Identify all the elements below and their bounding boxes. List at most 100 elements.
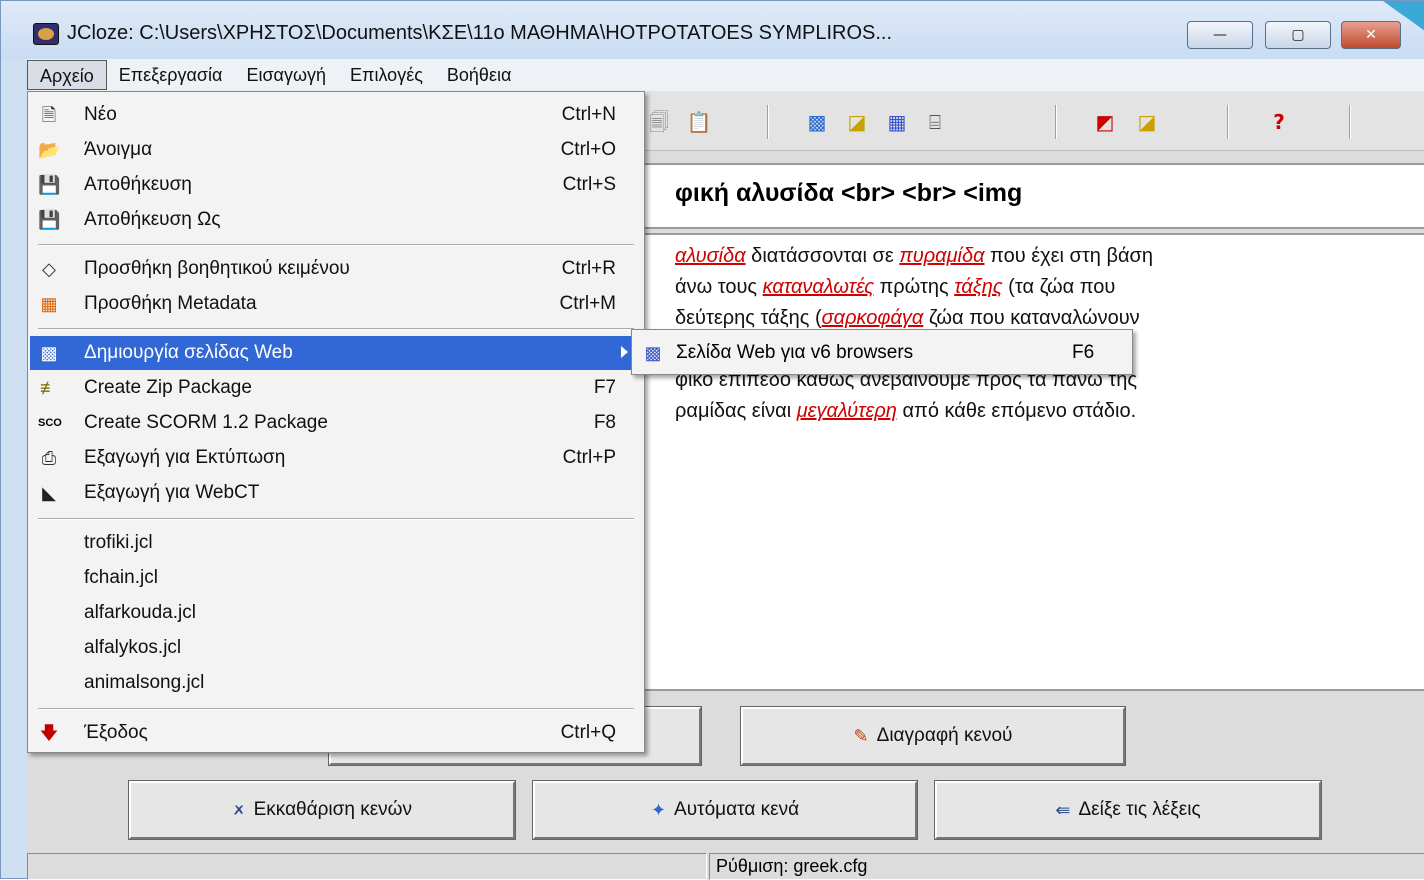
recent-file-item[interactable]: animalsong.jcl: [30, 666, 642, 700]
toolbar-separator: [767, 105, 769, 139]
auto-gaps-button[interactable]: ✦ Αυτόματα κενά: [532, 780, 918, 840]
menu-separator: [38, 708, 634, 710]
word-list-icon: ⇚: [1055, 799, 1071, 820]
menu-edit[interactable]: Επεξεργασία: [107, 60, 235, 90]
menu-item-label: Create Zip Package: [84, 377, 252, 398]
menu-item-shortcut: Ctrl+R: [561, 258, 616, 279]
gap-word[interactable]: πυραμίδα: [899, 245, 984, 267]
text-segment: άνω τους: [675, 276, 763, 298]
menu-item-label: Προσθήκη βοηθητικού κειμένου: [84, 258, 350, 279]
help-icon[interactable]: ?: [1265, 109, 1293, 135]
menu-item-label: Αποθήκευση Ως: [84, 209, 221, 230]
menu-insert[interactable]: Εισαγωγή: [234, 60, 338, 90]
web-v6-icon: ▩: [644, 343, 662, 363]
show-words-button[interactable]: ⇚ Δείξε τις λέξεις: [934, 780, 1322, 840]
config-icon[interactable]: ◩: [1091, 109, 1119, 135]
text-line: άνω τους καταναλωτές πρώτης τάξης (τα ζώ…: [675, 272, 1424, 303]
menu-item-label: Έξοδος: [84, 722, 148, 743]
gap-word[interactable]: καταναλωτές: [763, 276, 874, 298]
menu-item-save[interactable]: 💾 Αποθήκευση Ctrl+S: [30, 168, 642, 202]
text-segment: διατάσσονται σε: [745, 245, 900, 267]
menu-item-reading-text[interactable]: ◇ Προσθήκη βοηθητικού κειμένου Ctrl+R: [30, 252, 642, 286]
menu-item-open[interactable]: 📂 Άνοιγμα Ctrl+O: [30, 133, 642, 167]
menu-item-webct-export[interactable]: ◣ Εξαγωγή για WebCT: [30, 476, 642, 510]
menu-item-create-web-page[interactable]: ▩ Δημιουργία σελίδας Web: [30, 336, 642, 370]
menu-item-shortcut: Ctrl+O: [560, 139, 616, 160]
print-icon: ⎙: [41, 448, 57, 468]
copy-icon[interactable]: 🗐: [645, 109, 673, 135]
gap-word[interactable]: τάξης: [954, 276, 1002, 298]
webct-icon: ◣: [42, 483, 56, 503]
menu-item-label: Δημιουργία σελίδας Web: [84, 342, 293, 363]
menu-item-scorm-package[interactable]: SCO Create SCORM 1.2 Package F8: [30, 406, 642, 440]
menu-item-shortcut: Ctrl+S: [562, 174, 616, 195]
menu-item-shortcut: F6: [1072, 342, 1095, 363]
jcloze-app-icon[interactable]: [33, 23, 59, 45]
menu-separator: [38, 518, 634, 520]
menu-item-save-as[interactable]: 💾 Αποθήκευση Ως: [30, 203, 642, 237]
recent-file-label: animalsong.jcl: [84, 672, 205, 693]
text-segment: από κάθε επόμενο στάδιο.: [896, 400, 1137, 422]
menu-item-label: Εξαγωγή για WebCT: [84, 482, 260, 503]
exit-arrow-icon: 🡇: [39, 723, 59, 743]
status-bar: Ρύθμιση: greek.cfg: [27, 851, 1424, 880]
menu-file[interactable]: Αρχείο: [27, 60, 107, 90]
menu-item-shortcut: Ctrl+Q: [560, 722, 616, 743]
gap-word[interactable]: αλυσίδα: [675, 245, 746, 267]
save-icon: 💾: [38, 175, 61, 195]
toolbar-separator: [1227, 105, 1229, 139]
file-menu-dropdown: 🗎 Νέο Ctrl+N 📂 Άνοιγμα Ctrl+O 💾 Αποθήκευ…: [27, 91, 645, 753]
recent-file-label: trofiki.jcl: [84, 532, 153, 553]
new-document-icon: 🗎: [41, 105, 57, 125]
menu-item-label: Νέο: [84, 104, 117, 125]
maximize-button[interactable]: ▢: [1265, 21, 1331, 49]
web-tree-icon[interactable]: ⌸: [921, 109, 949, 135]
recent-file-label: alfalykos.jcl: [84, 637, 182, 658]
scorm-icon: SCO: [38, 417, 62, 429]
menu-item-metadata[interactable]: ▦ Προσθήκη Metadata Ctrl+M: [30, 287, 642, 321]
export-icon[interactable]: ◪: [843, 109, 871, 135]
title-bar[interactable]: JCloze: C:\Users\ΧΡΗΣΤΟΣ\Documents\ΚΣΕ\1…: [1, 1, 1424, 59]
menu-item-print-export[interactable]: ⎙ Εξαγωγή για Εκτύπωση Ctrl+P: [30, 441, 642, 475]
status-pane-left: [27, 853, 707, 880]
menu-item-label: Σελίδα Web για v6 browsers: [676, 342, 914, 363]
menu-item-exit[interactable]: 🡇 Έξοδος Ctrl+Q: [30, 716, 642, 750]
menu-item-zip-package[interactable]: ≢ Create Zip Package F7: [30, 371, 642, 405]
web-page-submenu: ▩ Σελίδα Web για v6 browsers F6: [631, 329, 1133, 375]
menu-item-new[interactable]: 🗎 Νέο Ctrl+N: [30, 98, 642, 132]
recent-file-item[interactable]: alfalykos.jcl: [30, 631, 642, 665]
menu-item-shortcut: F7: [593, 377, 616, 398]
web-page-icon[interactable]: ▩: [803, 109, 831, 135]
recent-file-item[interactable]: fchain.jcl: [30, 561, 642, 595]
clear-gaps-button[interactable]: 🗶 Εκκαθάριση κενών: [128, 780, 516, 840]
text-line: αλυσίδα διατάσσονται σε πυραμίδα που έχε…: [675, 241, 1424, 272]
minimize-button[interactable]: —: [1187, 21, 1253, 49]
delete-gap-label: Διαγραφή κενού: [876, 725, 1013, 746]
text-line: ραμίδας είναι μεγαλύτερη από κάθε επόμεν…: [675, 396, 1424, 427]
recent-file-item[interactable]: trofiki.jcl: [30, 526, 642, 560]
gap-word[interactable]: σαρκοφάγα: [822, 307, 924, 329]
open-folder-icon: 📂: [38, 140, 61, 160]
gap-word[interactable]: μεγαλύτερη: [797, 400, 897, 422]
menu-item-label: Εξαγωγή για Εκτύπωση: [84, 447, 286, 468]
delete-gap-button[interactable]: ✎ Διαγραφή κενού: [740, 706, 1126, 766]
close-button[interactable]: ✕: [1341, 21, 1401, 49]
status-config: Ρύθμιση: greek.cfg: [709, 853, 1424, 880]
web-v6-icon[interactable]: ▦: [883, 109, 911, 135]
menu-item-web-v6-browsers[interactable]: ▩ Σελίδα Web για v6 browsers F6: [632, 330, 1132, 374]
text-segment: (τα ζώα που: [1002, 276, 1116, 298]
clear-list-icon: 🗶: [231, 799, 246, 820]
menu-help[interactable]: Βοήθεια: [435, 60, 523, 90]
menu-separator: [38, 244, 634, 246]
menu-item-shortcut: Ctrl+N: [561, 104, 616, 125]
reading-text-icon: ◇: [42, 259, 56, 279]
toolbar-separator: [1055, 105, 1057, 139]
recent-file-item[interactable]: alfarkouda.jcl: [30, 596, 642, 630]
paste-icon[interactable]: 📋: [685, 109, 713, 135]
menu-item-label: Άνοιγμα: [84, 139, 153, 160]
eraser-icon: ✎: [853, 725, 869, 746]
menu-options[interactable]: Επιλογές: [338, 60, 435, 90]
menu-item-shortcut: Ctrl+M: [559, 293, 616, 314]
print-export-icon[interactable]: ◪: [1133, 109, 1161, 135]
menu-item-label: Αποθήκευση: [84, 174, 192, 195]
